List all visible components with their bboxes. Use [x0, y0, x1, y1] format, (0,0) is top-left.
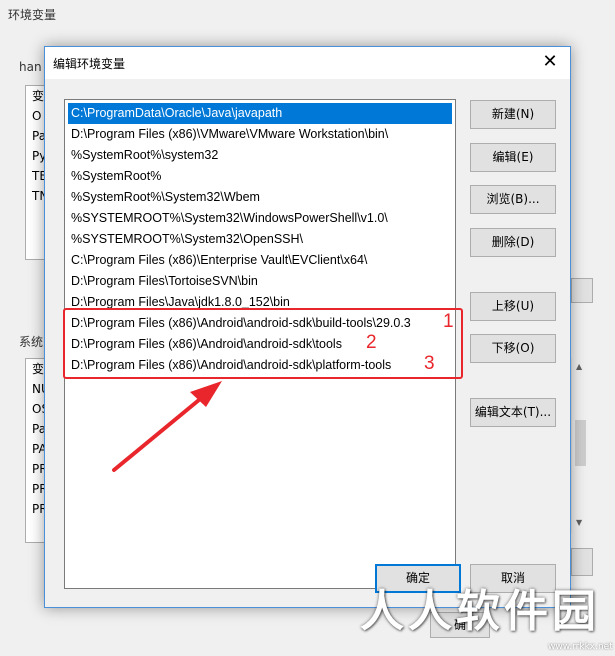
- path-list-item[interactable]: C:\ProgramData\Oracle\Java\javapath: [68, 103, 452, 124]
- path-list-item[interactable]: %SystemRoot%: [68, 166, 452, 187]
- path-list-item[interactable]: D:\Program Files (x86)\Android\android-s…: [68, 313, 452, 334]
- annotation-number-1: 1: [443, 311, 454, 332]
- dialog-titlebar: 编辑环境变量 ✕: [45, 47, 570, 79]
- path-list-item[interactable]: %SYSTEMROOT%\System32\WindowsPowerShell\…: [68, 208, 452, 229]
- move-up-button[interactable]: 上移(U): [470, 292, 556, 321]
- delete-button[interactable]: 删除(D): [470, 228, 556, 257]
- path-list-item[interactable]: %SYSTEMROOT%\System32\OpenSSH\: [68, 229, 452, 250]
- path-list-item[interactable]: %SystemRoot%\system32: [68, 145, 452, 166]
- edit-button[interactable]: 编辑(E): [470, 143, 556, 172]
- path-list-item[interactable]: D:\Program Files\TortoiseSVN\bin: [68, 271, 452, 292]
- move-down-button[interactable]: 下移(O): [470, 334, 556, 363]
- background-window-title: 环境变量: [8, 8, 57, 22]
- new-button[interactable]: 新建(N): [470, 100, 556, 129]
- path-list-item[interactable]: D:\Program Files (x86)\Android\android-s…: [68, 334, 452, 355]
- path-list-item[interactable]: D:\Program Files (x86)\VMware\VMware Wor…: [68, 124, 452, 145]
- path-list[interactable]: C:\ProgramData\Oracle\Java\javapath D:\Pr…: [64, 99, 456, 589]
- browse-button[interactable]: 浏览(B)...: [470, 185, 556, 214]
- annotation-number-3: 3: [424, 353, 435, 374]
- dialog-title: 编辑环境变量: [53, 57, 126, 71]
- user-vars-partial-button[interactable]: [571, 278, 593, 303]
- watermark-url: www.rrkkx.net: [548, 642, 613, 652]
- background-partial-button[interactable]: [571, 548, 593, 576]
- edit-text-button[interactable]: 编辑文本(T)...: [470, 398, 556, 427]
- annotation-number-2: 2: [366, 332, 377, 353]
- scroll-down-icon[interactable]: ▼: [576, 518, 582, 527]
- scroll-thumb[interactable]: [575, 420, 586, 466]
- user-vars-group-label: han: [19, 60, 42, 74]
- path-list-item[interactable]: D:\Program Files (x86)\Android\android-s…: [68, 355, 452, 376]
- close-icon[interactable]: ✕: [540, 52, 560, 72]
- path-list-item[interactable]: %SystemRoot%\System32\Wbem: [68, 187, 452, 208]
- path-list-item[interactable]: D:\Program Files\Java\jdk1.8.0_152\bin: [68, 292, 452, 313]
- watermark-logo: 人人软件园: [360, 586, 600, 637]
- system-vars-group-label: 系统: [19, 335, 44, 349]
- system-vars-scrollbar[interactable]: ▲ ▼: [571, 358, 589, 533]
- path-list-item[interactable]: C:\Program Files (x86)\Enterprise Vault\…: [68, 250, 452, 271]
- edit-env-var-dialog: 编辑环境变量 ✕ C:\ProgramData\Oracle\Java\java…: [44, 46, 571, 608]
- scroll-up-icon[interactable]: ▲: [576, 362, 582, 371]
